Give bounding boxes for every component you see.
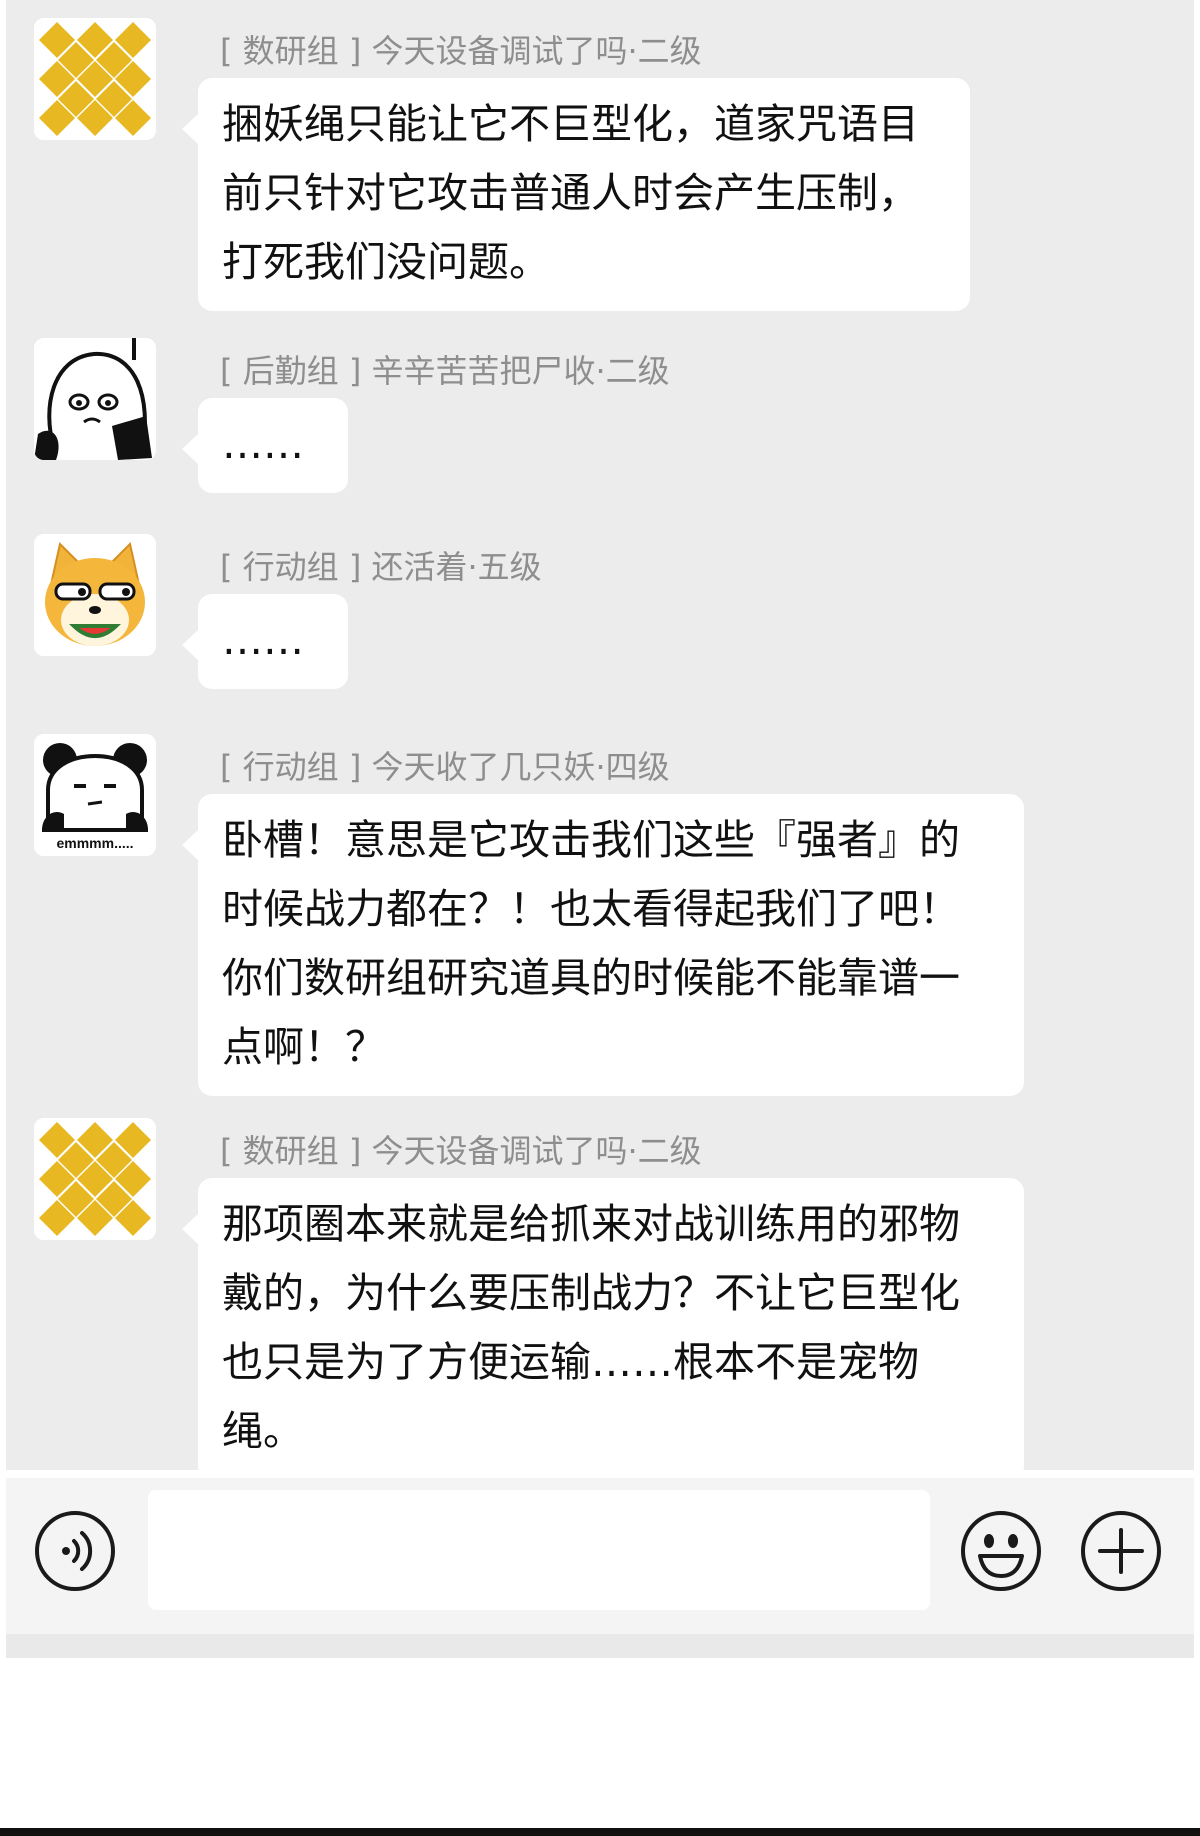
- message-bubble[interactable]: 捆妖绳只能让它不巨型化，道家咒语目 前只针对它攻击普通人时会产生压制， 打死我们…: [182, 78, 970, 311]
- message-bubble[interactable]: 卧槽！意思是它攻击我们这些『强者』的 时候战力都在？！也太看得起我们了吧！ 你们…: [182, 794, 1024, 1096]
- message-text: 卧槽！意思是它攻击我们这些『强者』的 时候战力都在？！也太看得起我们了吧！ 你们…: [222, 816, 960, 1071]
- message-bubble[interactable]: 那项圈本来就是给抓来对战训练用的邪物 戴的，为什么要压制战力？不让它巨型化 也只…: [182, 1178, 1024, 1480]
- avatar[interactable]: [34, 18, 156, 140]
- message-text: ……: [222, 420, 304, 468]
- avatar[interactable]: [34, 534, 156, 656]
- voice-icon: [35, 1511, 115, 1591]
- input-bar-divider: [6, 1634, 1194, 1658]
- plus-button[interactable]: [1078, 1508, 1164, 1594]
- message-text: 那项圈本来就是给抓来对战训练用的邪物 戴的，为什么要压制战力？不让它巨型化 也只…: [222, 1200, 960, 1455]
- smiley-icon: [961, 1511, 1041, 1591]
- sender-name: [ 后勤组 ] 辛辛苦苦把尸收·二级: [220, 352, 670, 390]
- message-input[interactable]: [148, 1490, 930, 1610]
- message-bubble[interactable]: ……: [182, 398, 348, 493]
- voice-button[interactable]: [32, 1508, 118, 1594]
- avatar[interactable]: emmmm.....: [34, 734, 156, 856]
- crying-cartoon-girl-icon: [34, 338, 156, 460]
- yellow-diamond-pattern-icon: [34, 1118, 156, 1240]
- avatar[interactable]: [34, 1118, 156, 1240]
- message-text: ……: [222, 616, 304, 664]
- bottom-edge-bar: [0, 1828, 1200, 1836]
- sender-name: [ 数研组 ] 今天设备调试了吗·二级: [220, 1132, 702, 1170]
- avatar-caption: emmmm.....: [56, 835, 133, 851]
- sender-name: [ 行动组 ] 今天收了几只妖·四级: [220, 748, 670, 786]
- avatar[interactable]: [34, 338, 156, 460]
- sender-name: [ 数研组 ] 今天设备调试了吗·二级: [220, 32, 702, 70]
- shiba-dog-eating-watermelon-icon: [34, 534, 156, 656]
- chat-area: [ 数研组 ] 今天设备调试了吗·二级 捆妖绳只能让它不巨型化，道家咒语目 前只…: [6, 0, 1194, 1480]
- sender-name: [ 行动组 ] 还活着·五级: [220, 548, 542, 586]
- plus-circle-icon: [1081, 1511, 1161, 1591]
- yellow-diamond-pattern-icon: [34, 18, 156, 140]
- message-text: 捆妖绳只能让它不巨型化，道家咒语目 前只针对它攻击普通人时会产生压制， 打死我们…: [222, 100, 919, 286]
- emoji-button[interactable]: [958, 1508, 1044, 1594]
- message-bubble[interactable]: ……: [182, 594, 348, 689]
- panda-meme-icon: emmmm.....: [34, 734, 156, 856]
